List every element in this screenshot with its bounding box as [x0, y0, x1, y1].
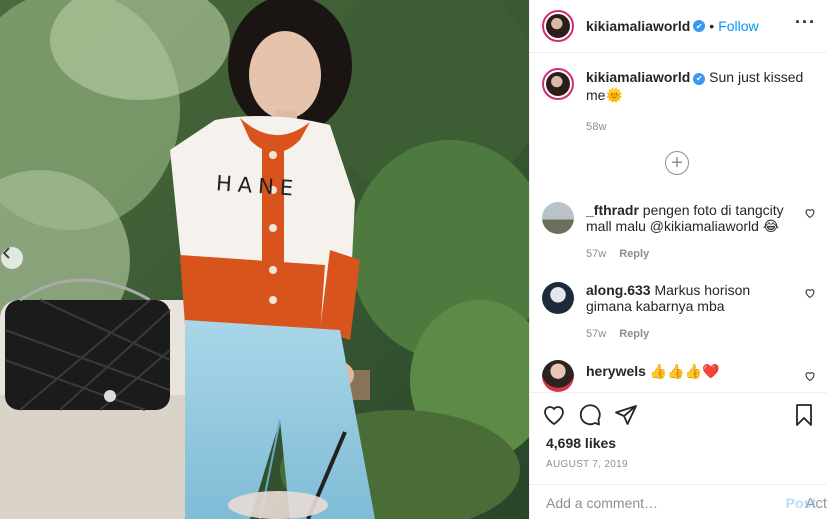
activation-watermark: Act [805, 495, 827, 512]
save-button[interactable] [792, 403, 816, 430]
comment-time[interactable]: 57w [586, 248, 606, 260]
separator-dot: • [709, 18, 715, 34]
more-icon[interactable]: ··· [795, 12, 816, 33]
caption-time[interactable]: 58w [586, 118, 816, 136]
post-date[interactable]: AUGUST 7, 2019 [546, 459, 628, 470]
reply-button[interactable]: Reply [619, 248, 649, 260]
comment-meta: 57w Reply [586, 246, 786, 262]
comment-username[interactable]: herywels [586, 363, 646, 379]
header-username[interactable]: kikiamaliaworld [586, 18, 690, 34]
prev-arrow-icon[interactable] [1, 247, 23, 269]
comment-username[interactable]: _fthradr [586, 202, 639, 218]
post-side-panel: kikiamaliaworld ✔ • Follow ··· kikiamali… [529, 0, 827, 519]
share-icon[interactable] [614, 403, 638, 427]
plus-circle-icon[interactable]: + [665, 151, 689, 175]
comment-item: along.633 Markus horison gimana kabarnya… [542, 282, 816, 342]
comment-time[interactable]: 57w [586, 328, 606, 340]
comment-icon[interactable] [578, 403, 602, 427]
post-actions: 4,698 likes AUGUST 7, 2019 Post [530, 392, 827, 519]
comment-meta: 57w Reply [586, 326, 786, 342]
heart-icon[interactable] [542, 403, 566, 427]
post-header: kikiamaliaworld ✔ • Follow ··· [530, 0, 827, 53]
follow-button[interactable]: Follow [718, 18, 758, 34]
comment-body: herywels 👍👍👍❤️ [586, 360, 786, 392]
caption: kikiamaliaworld ✔ Sun just kissed me🌞 58w [542, 68, 816, 136]
avatar[interactable] [542, 10, 574, 42]
post-photo[interactable]: HANE [0, 0, 529, 519]
action-icons [542, 403, 638, 427]
comment-item: _fthradr pengen foto di tangcity mall ma… [542, 202, 816, 262]
comment-input[interactable] [546, 494, 776, 511]
caption-avatar[interactable] [542, 68, 574, 100]
sun-emoji: 🌞 [605, 87, 623, 103]
heart-icon[interactable] [804, 370, 816, 382]
verified-icon: ✔ [693, 20, 706, 32]
photo-illustration [0, 0, 529, 519]
comment-text: 👍👍👍❤️ [649, 363, 720, 379]
instagram-post-modal: HANE kikiamaliaworld ✔ • Follow ··· kiki… [0, 0, 827, 519]
comment-item: herywels 👍👍👍❤️ [542, 360, 816, 392]
heart-icon[interactable] [804, 207, 816, 219]
likes-count[interactable]: 4,698 likes [546, 435, 616, 451]
comment-username[interactable]: along.633 [586, 282, 651, 298]
heart-icon[interactable] [804, 287, 816, 299]
caption-username[interactable]: kikiamaliaworld [586, 69, 690, 85]
caption-body: kikiamaliaworld ✔ Sun just kissed me🌞 58w [586, 68, 816, 136]
comment-body: along.633 Markus horison gimana kabarnya… [586, 282, 786, 342]
bookmark-icon[interactable] [792, 403, 816, 427]
avatar[interactable] [542, 360, 574, 392]
verified-icon: ✔ [693, 73, 706, 85]
comment-body: _fthradr pengen foto di tangcity mall ma… [586, 202, 786, 262]
header-user: kikiamaliaworld ✔ • Follow [586, 18, 759, 34]
reply-button[interactable]: Reply [619, 328, 649, 340]
avatar[interactable] [542, 202, 574, 234]
add-comment-bar: Post [530, 484, 827, 519]
avatar[interactable] [542, 282, 574, 314]
